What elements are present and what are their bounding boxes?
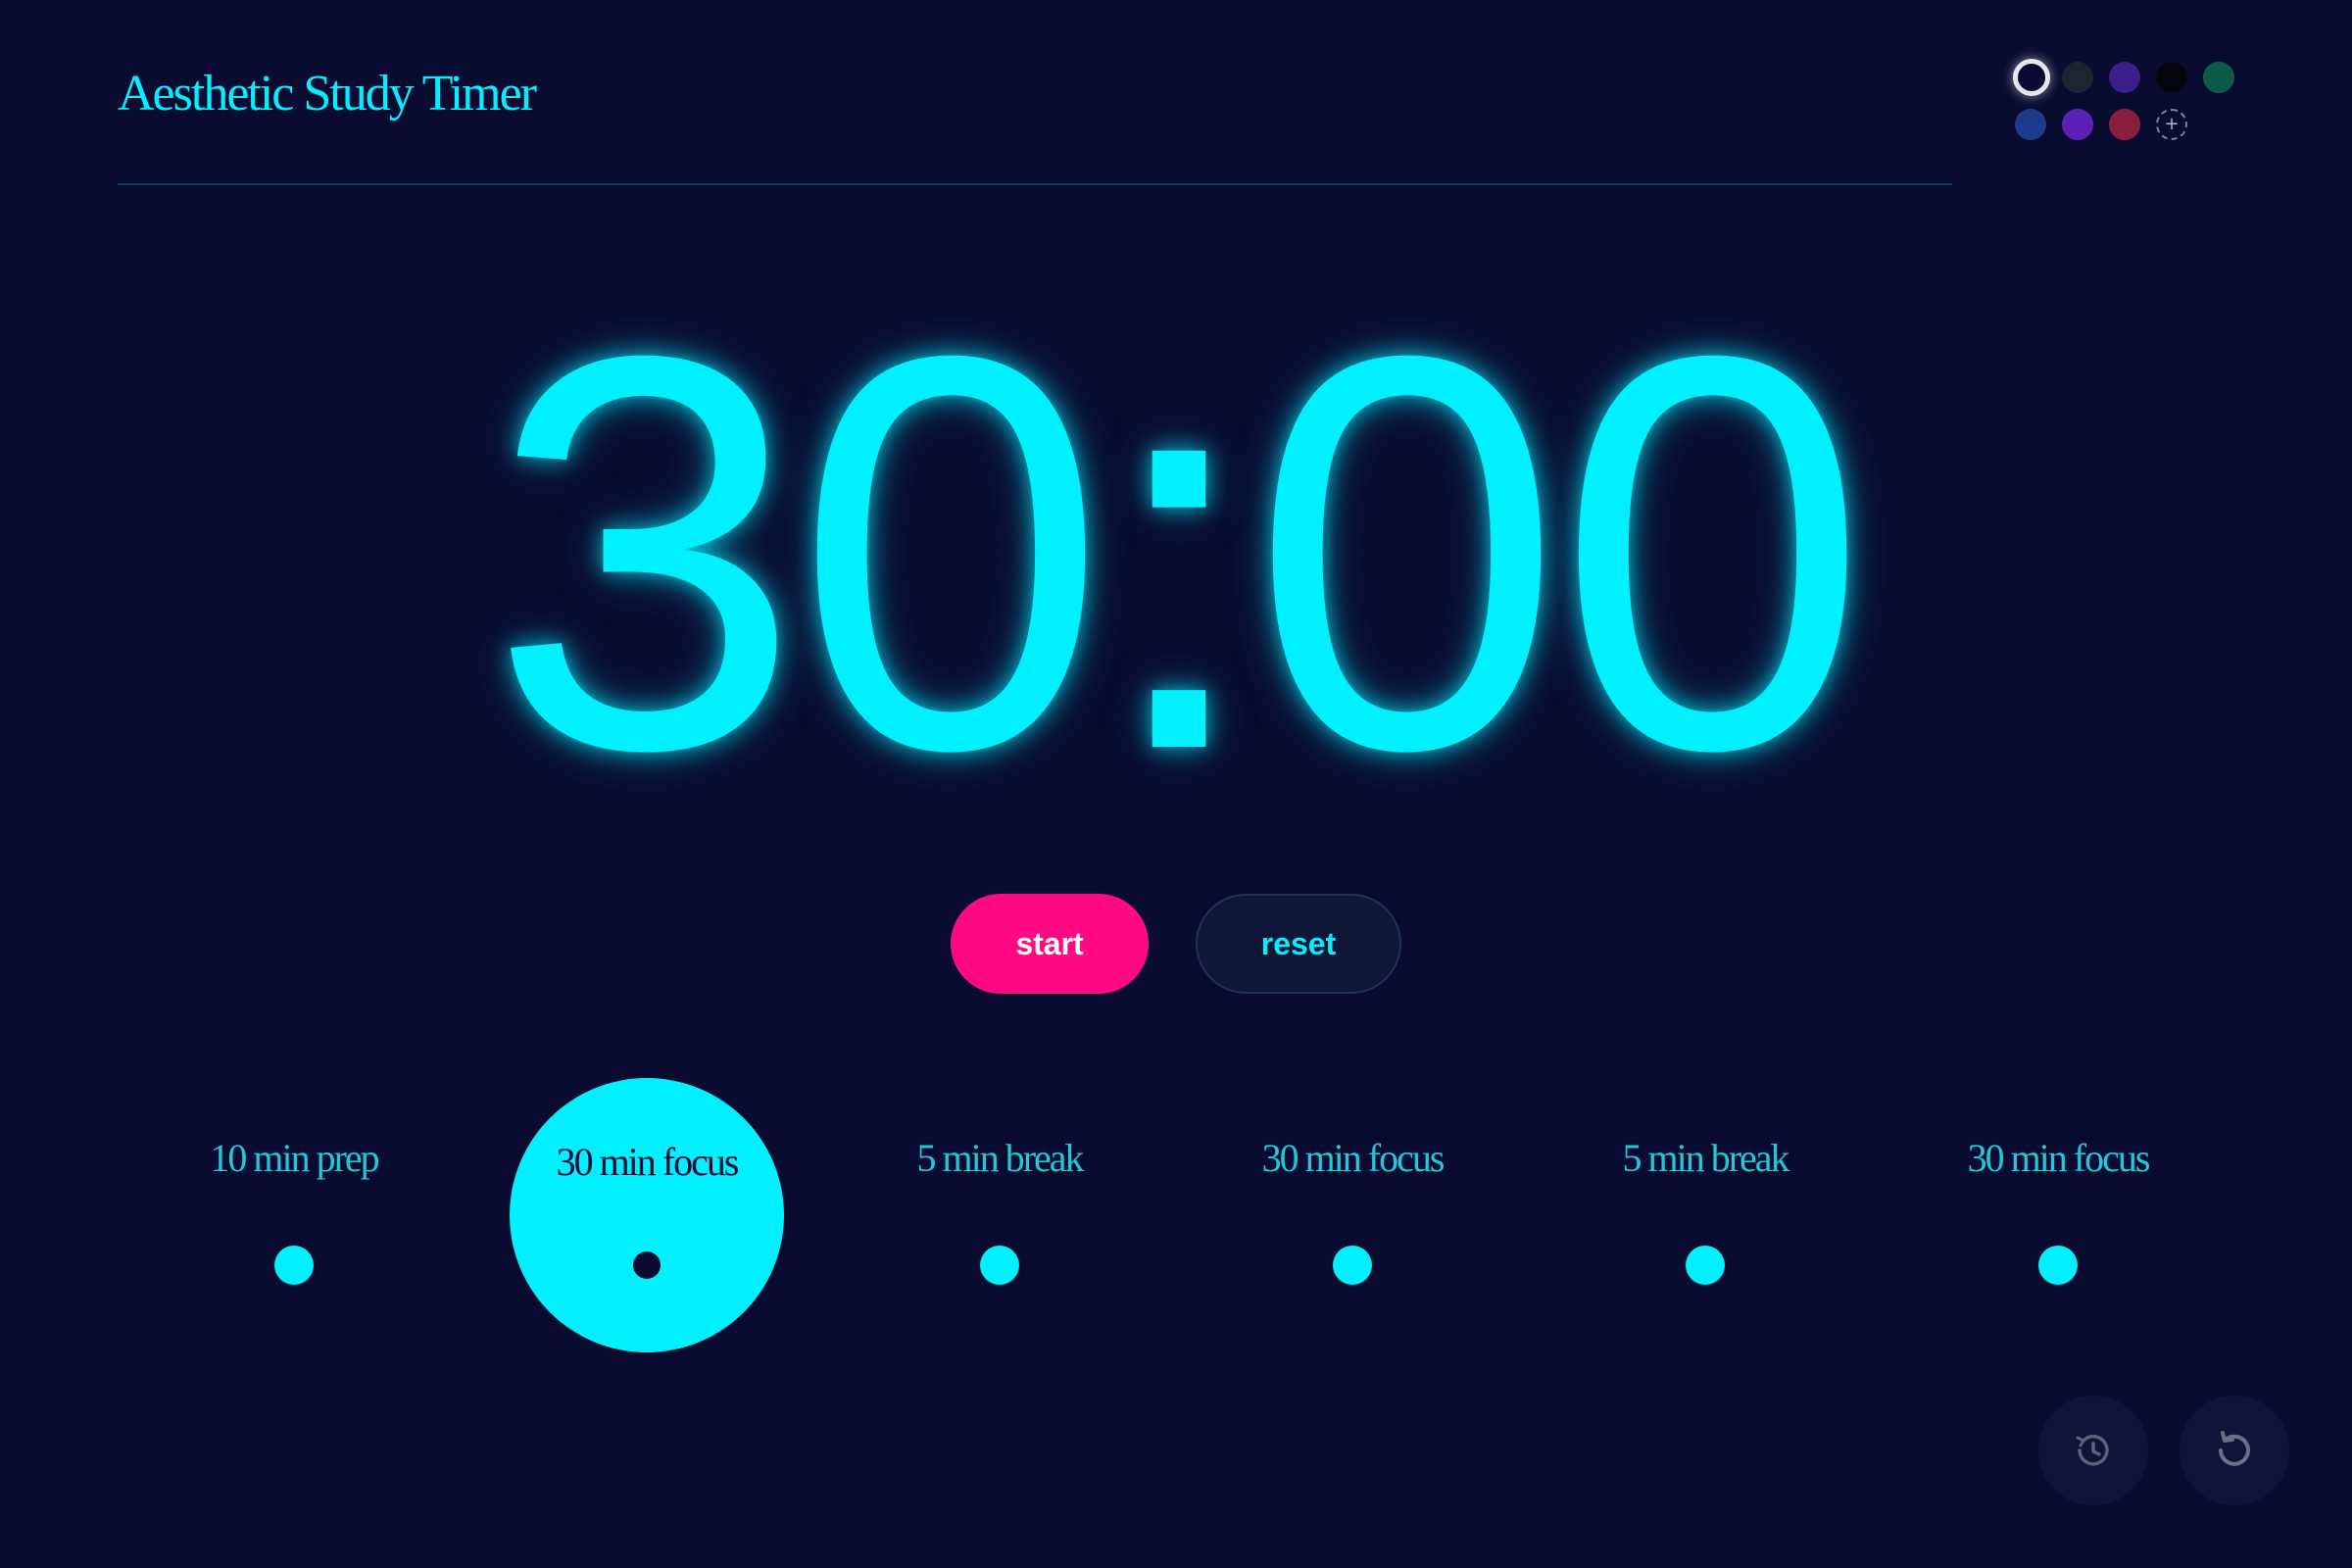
header-divider bbox=[118, 183, 1952, 185]
theme-swatch-indigo[interactable] bbox=[2109, 62, 2140, 93]
step-5-min-break[interactable]: 5 min break bbox=[1529, 1078, 1882, 1372]
start-button[interactable]: start bbox=[951, 894, 1149, 994]
step-10-min-prep[interactable]: 10 min prep bbox=[118, 1078, 470, 1372]
step-label: 5 min break bbox=[1622, 1136, 1789, 1180]
theme-swatch-navy-blue[interactable] bbox=[2015, 109, 2046, 140]
step-dot bbox=[633, 1251, 661, 1279]
step-label: 30 min focus bbox=[1261, 1136, 1446, 1180]
step-dot bbox=[2038, 1246, 2078, 1285]
step-30-min-focus[interactable]: 30 min focus bbox=[1176, 1078, 1529, 1372]
step-dot bbox=[1686, 1246, 1725, 1285]
app-title: Aesthetic Study Timer bbox=[118, 66, 537, 122]
plus-icon: + bbox=[2164, 114, 2180, 134]
history-icon bbox=[2072, 1429, 2115, 1472]
step-30-min-focus-active[interactable]: 30 min focus bbox=[470, 1078, 823, 1372]
step-5-min-break[interactable]: 5 min break bbox=[823, 1078, 1176, 1372]
step-dot bbox=[274, 1246, 314, 1285]
history-button[interactable] bbox=[2038, 1396, 2148, 1505]
step-label: 30 min focus bbox=[1967, 1136, 2151, 1180]
step-label: 30 min focus bbox=[556, 1140, 740, 1184]
theme-swatch-violet[interactable] bbox=[2062, 109, 2093, 140]
step-label: 10 min prep bbox=[210, 1136, 379, 1180]
step-dot bbox=[1333, 1246, 1372, 1285]
active-step-highlight bbox=[510, 1078, 784, 1352]
timer-display: 30:00 bbox=[489, 240, 1868, 866]
theme-swatch-white-outline[interactable] bbox=[2013, 59, 2050, 96]
theme-swatch-custom[interactable]: + bbox=[2156, 109, 2187, 140]
restart-button[interactable] bbox=[2180, 1396, 2289, 1505]
step-30-min-focus[interactable]: 30 min focus bbox=[1882, 1078, 2234, 1372]
reset-button[interactable]: reset bbox=[1196, 894, 1401, 994]
theme-swatch-dark-gray[interactable] bbox=[2062, 62, 2093, 93]
step-label: 5 min break bbox=[916, 1136, 1084, 1180]
step-dot bbox=[980, 1246, 1019, 1285]
theme-swatch-black[interactable] bbox=[2156, 62, 2187, 93]
theme-swatch-crimson[interactable] bbox=[2109, 109, 2140, 140]
restart-icon bbox=[2211, 1427, 2258, 1474]
theme-swatch-teal[interactable] bbox=[2203, 62, 2234, 93]
